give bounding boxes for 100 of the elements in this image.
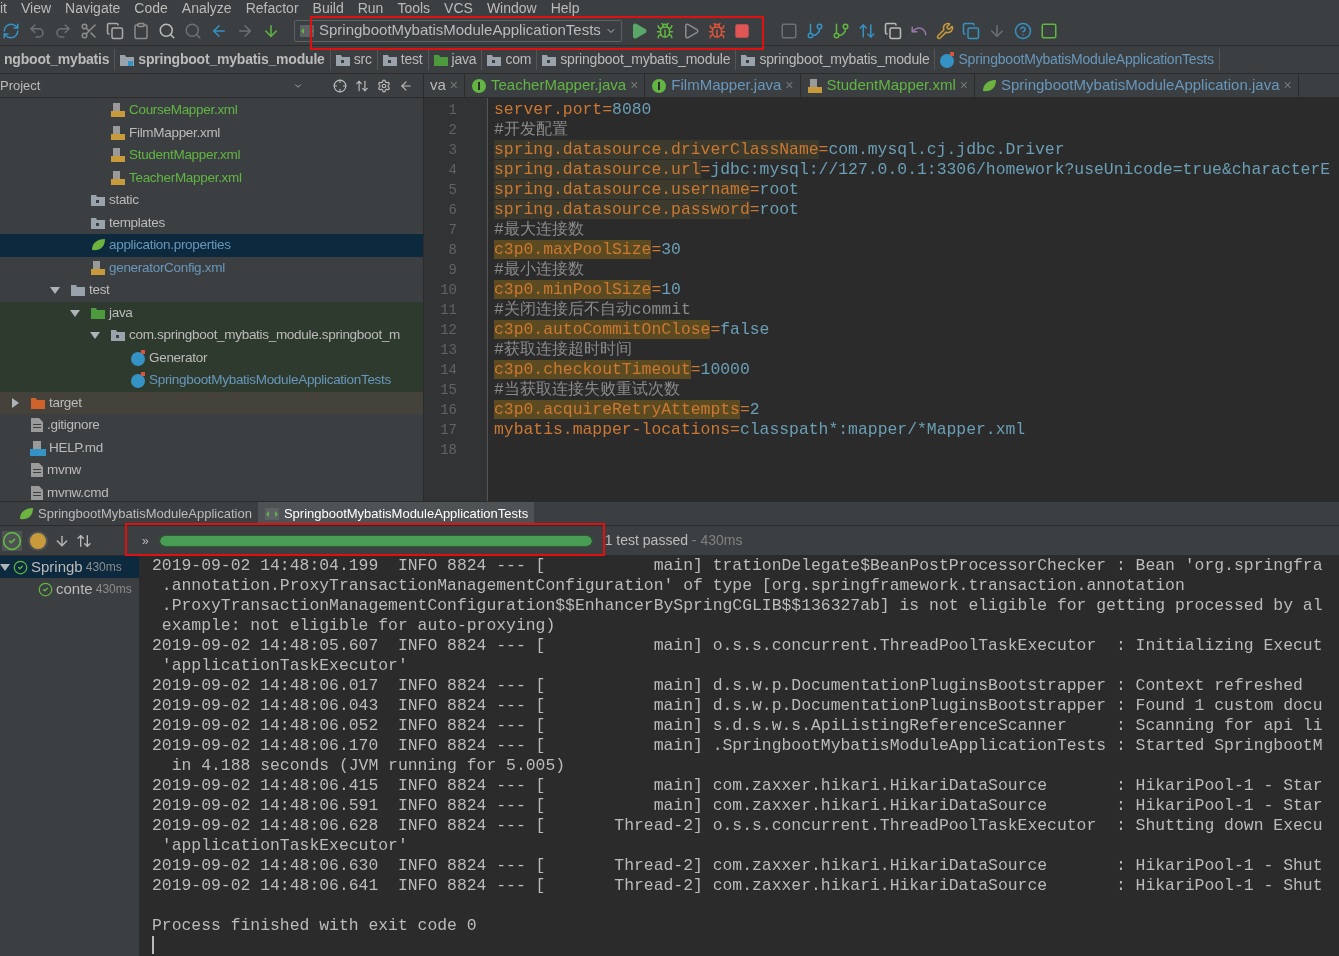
- vcs-commit-icon[interactable]: [831, 21, 850, 40]
- editor-tab[interactable]: StudentMapper.xml ×: [800, 74, 975, 97]
- tree-row[interactable]: FilmMapper.xml: [0, 121, 423, 144]
- tree-row[interactable]: java: [0, 301, 423, 324]
- collapse-icon[interactable]: [355, 78, 369, 93]
- tree-label: static: [109, 191, 139, 210]
- console-line: 2019-09-02 14:48:06.628 INFO 8824 --- [ Thread-2] o.s.s.concurrent.ThreadPoolTaskExecutor : Shutting down Execu: [152, 816, 1324, 836]
- vcs-update-icon[interactable]: [805, 21, 824, 40]
- editor-tab[interactable]: FilmMapper.java ×: [645, 74, 801, 97]
- tab-label: va: [430, 75, 446, 96]
- debug-icon[interactable]: [655, 21, 674, 40]
- menu-item[interactable]: Build: [312, 0, 344, 16]
- tree-row[interactable]: com.springboot_mybatis_module.springboot_m: [0, 324, 423, 347]
- menu-item[interactable]: Refactor: [245, 0, 299, 16]
- expanded-arrow-icon[interactable]: [90, 330, 100, 341]
- tree-row[interactable]: mvnw.cmd: [0, 481, 423, 501]
- menu-item[interactable]: VCS: [444, 0, 473, 16]
- expanded-arrow-icon[interactable]: [70, 307, 80, 318]
- collapsed-arrow-icon[interactable]: [10, 397, 20, 408]
- spring-leaf-icon: [981, 77, 997, 94]
- breadcrumb-item[interactable]: src: [330, 49, 378, 70]
- folder-icon: [432, 52, 449, 67]
- menu-item[interactable]: View: [21, 0, 52, 16]
- sort-duration-icon[interactable]: [76, 532, 92, 549]
- breadcrumb-item[interactable]: springboot_mybatis_module: [537, 49, 737, 70]
- tree-row[interactable]: test: [0, 279, 423, 302]
- console-line: 2019-09-02 14:48:06.591 INFO 8824 --- [ main] com.zaxxer.hikari.HikariDataSource : HikariPool-1 - Star: [152, 796, 1324, 816]
- folder-icon: [90, 305, 106, 320]
- code-line: server.port=8080: [494, 100, 653, 120]
- tree-row[interactable]: target: [0, 391, 423, 414]
- redo-icon[interactable]: [54, 21, 72, 40]
- test-tree-row[interactable]: conte 430ms: [0, 578, 139, 600]
- undo-icon[interactable]: [28, 21, 46, 40]
- locate-icon[interactable]: [333, 78, 347, 93]
- run-configuration-dropdown[interactable]: SpringbootMybatisModuleApplicationTests: [294, 19, 622, 42]
- tree-row[interactable]: HELP.md: [0, 436, 423, 459]
- code-line: spring.datasource.password=root: [494, 200, 800, 220]
- search-icon[interactable]: [158, 21, 176, 40]
- tree-label: SpringbootMybatisModuleApplicationTests: [149, 371, 391, 390]
- menu-item[interactable]: Code: [134, 0, 168, 16]
- tree-row[interactable]: application.properties: [0, 234, 423, 257]
- tree-row[interactable]: .gitignore: [0, 414, 423, 437]
- tree-label: templates: [109, 213, 165, 232]
- tree-label: mvnw: [47, 461, 82, 480]
- tree-row[interactable]: Generator: [0, 346, 423, 369]
- console-line: 2019-09-02 14:48:06.043 INFO 8824 --- [ main] d.s.w.p.DocumentationPluginsBootstrapper : Found 1 custom docu: [152, 696, 1324, 716]
- help-icon[interactable]: [1013, 21, 1032, 40]
- tree-row[interactable]: StudentMapper.xml: [0, 144, 423, 167]
- editor-tab[interactable]: TeacherMapper.java ×: [465, 74, 646, 97]
- tree-row[interactable]: templates: [0, 211, 423, 234]
- console-line: 2019-09-02 14:48:06.017 INFO 8824 --- [ main] d.s.w.p.DocumentationPluginsBootstrapper : Context refreshed: [152, 676, 1304, 696]
- tree-label: java: [109, 303, 133, 322]
- tree-label: com.springboot_mybatis_module.springboot_m: [129, 326, 401, 345]
- run-tab[interactable]: SpringbootMybatisModuleApplication: [12, 502, 258, 525]
- menu-item[interactable]: Analyze: [181, 0, 232, 16]
- menu-item[interactable]: Tools: [397, 0, 431, 16]
- settings-icon[interactable]: [935, 21, 954, 40]
- cut-icon[interactable]: [80, 21, 98, 40]
- compare-icon[interactable]: [857, 21, 876, 40]
- breadcrumb-item[interactable]: test: [377, 49, 429, 70]
- code-line: c3p0.autoCommitOnClose=false: [494, 320, 771, 340]
- tree-row[interactable]: SpringbootMybatisModuleApplicationTests: [0, 369, 423, 392]
- copy-icon[interactable]: [106, 21, 124, 40]
- folder-icon: [541, 52, 558, 67]
- tree-row[interactable]: CourseMapper.xml: [0, 99, 423, 122]
- tree-label: mvnw.cmd: [47, 483, 109, 501]
- breadcrumb-item[interactable]: ngboot_mybatis: [0, 49, 116, 70]
- breadcrumb-item[interactable]: springboot_mybatis_module: [736, 49, 936, 70]
- project-view-dropdown[interactable]: Project: [0, 75, 333, 96]
- settings-icon[interactable]: [377, 78, 391, 93]
- menu-item[interactable]: Run: [357, 0, 384, 16]
- console-line: Process finished with exit code 0: [152, 916, 478, 936]
- expand-toolbar-icon[interactable]: »: [138, 531, 153, 550]
- breadcrumb-item[interactable]: java: [428, 49, 483, 70]
- breadcrumb-item[interactable]: SpringbootMybatisModuleApplicationTests: [935, 49, 1220, 70]
- menu-item[interactable]: Window: [486, 0, 537, 16]
- hide-panel-icon[interactable]: [399, 78, 413, 93]
- console-line: .ProxyTransactionManagementConfiguration$$EnhancerBySpringCGLIB$$136327ab] is not eligible for getting processed by al: [160, 596, 1324, 616]
- tree-row[interactable]: TeacherMapper.xml: [0, 166, 423, 189]
- console-line: 2019-09-02 14:48:04.199 INFO 8824 --- [ main] trationDelegate$BeanPostProcessorChecker : Bean 'org.springfra: [152, 556, 1324, 576]
- tree-row[interactable]: static: [0, 189, 423, 212]
- tree-row[interactable]: mvnw: [0, 459, 423, 482]
- sync-icon[interactable]: [2, 21, 20, 40]
- show-ignored-icon[interactable]: [28, 530, 48, 551]
- breadcrumb-item[interactable]: com: [482, 49, 538, 70]
- breadcrumb-item[interactable]: springboot_mybatis_module: [115, 49, 331, 70]
- menu-item[interactable]: it: [0, 0, 7, 16]
- menu-item[interactable]: Help: [550, 0, 580, 16]
- show-passed-icon[interactable]: [2, 530, 22, 551]
- folder-icon: [740, 52, 757, 67]
- paste-icon[interactable]: [132, 21, 150, 40]
- editor-tab[interactable]: va ×: [424, 74, 466, 97]
- tree-label: FilmMapper.xml: [129, 123, 221, 142]
- test-tree-row[interactable]: Springb 430ms: [0, 556, 139, 578]
- tree-row[interactable]: generatorConfig.xml: [0, 256, 423, 279]
- run-tab[interactable]: SpringbootMybatisModuleApplicationTests: [257, 502, 535, 525]
- editor-tab[interactable]: SpringbootMybatisModuleApplication.java ×: [975, 74, 1299, 97]
- menu-item[interactable]: Navigate: [65, 0, 121, 16]
- stop-icon[interactable]: [733, 22, 750, 39]
- expanded-arrow-icon[interactable]: [50, 285, 60, 296]
